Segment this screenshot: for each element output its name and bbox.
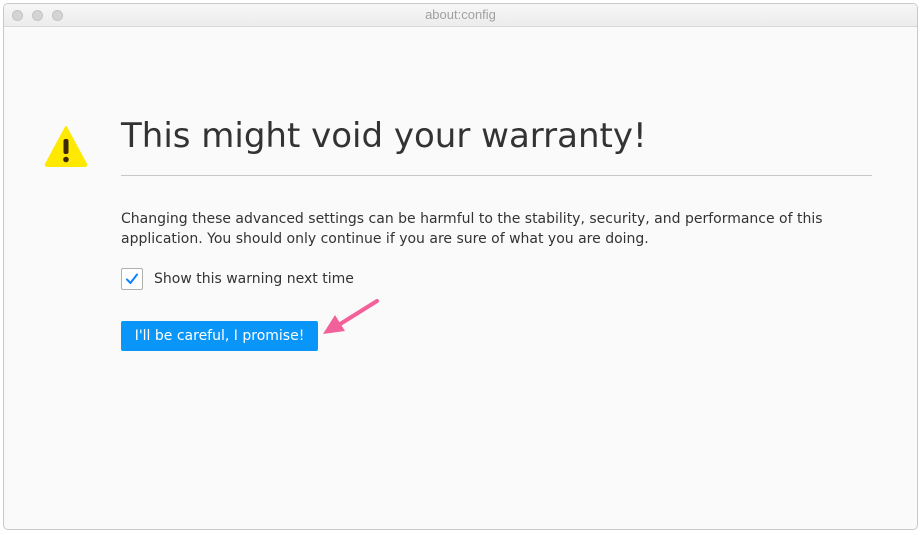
browser-window: about:config This might void your warran…	[3, 3, 918, 530]
pointer-arrow-icon	[323, 299, 379, 334]
checkmark-icon	[126, 273, 138, 284]
window-title: about:config	[425, 7, 496, 22]
warning-message: Changing these advanced settings can be …	[121, 211, 823, 247]
title-bar: about:config	[4, 4, 917, 27]
show-warning-checkbox-row[interactable]: Show this warning next time	[121, 267, 354, 291]
warning-triangle-icon	[44, 126, 88, 167]
show-warning-checkbox[interactable]	[121, 268, 143, 290]
show-warning-label[interactable]: Show this warning next time	[154, 271, 354, 287]
accept-risk-button[interactable]: I'll be careful, I promise!	[121, 321, 318, 351]
page-title: This might void your warranty!	[121, 116, 647, 156]
heading-divider	[121, 175, 872, 176]
